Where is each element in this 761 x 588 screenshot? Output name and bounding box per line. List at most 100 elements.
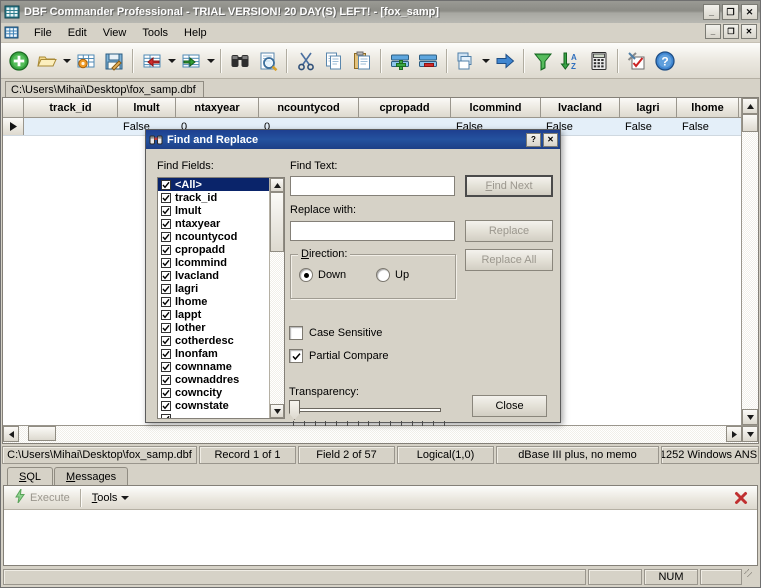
list-item[interactable]: cowncity: [158, 386, 269, 399]
list-item[interactable]: <All>: [158, 178, 269, 191]
list-item[interactable]: lother: [158, 321, 269, 334]
list-item[interactable]: cownstate: [158, 399, 269, 412]
checkbox-icon[interactable]: [161, 309, 171, 320]
hscroll-thumb[interactable]: [28, 426, 56, 441]
column-header-lcommind[interactable]: lcommind: [451, 98, 541, 117]
checkbox-icon[interactable]: [161, 322, 171, 333]
checkbox-icon[interactable]: [161, 400, 171, 411]
slider-thumb[interactable]: [289, 400, 300, 420]
new-file-button[interactable]: [5, 47, 33, 75]
checkbox-icon[interactable]: [161, 348, 171, 359]
checkbox-icon[interactable]: [161, 244, 171, 255]
sort-button[interactable]: A Z: [557, 47, 585, 75]
dialog-close-button[interactable]: ✕: [543, 132, 558, 147]
find-text-input[interactable]: [290, 176, 455, 196]
list-item[interactable]: lvacland: [158, 269, 269, 282]
checkbox-icon[interactable]: [161, 283, 171, 294]
column-header-ntaxyear[interactable]: ntaxyear: [176, 98, 259, 117]
transparency-slider[interactable]: [289, 399, 449, 429]
document-path-tab[interactable]: C:\Users\Mihai\Desktop\fox_samp.dbf: [5, 81, 204, 97]
direction-down-radio[interactable]: Down: [299, 268, 346, 282]
column-header-track_id[interactable]: track_id: [24, 98, 118, 117]
column-header-lhome[interactable]: lhome: [677, 98, 739, 117]
list-item[interactable]: track_id: [158, 191, 269, 204]
filter-button[interactable]: [529, 47, 557, 75]
window-maximize-button[interactable]: ❐: [722, 4, 739, 20]
list-item[interactable]: cownaddres: [158, 373, 269, 386]
dialog-help-button[interactable]: ?: [526, 132, 541, 147]
find-fields-listbox[interactable]: <All> track_id lmult ntaxyear ncountycod: [157, 177, 285, 419]
copy-records-dropdown-arrow[interactable]: [480, 47, 491, 75]
scroll-left-button[interactable]: [3, 426, 19, 442]
scroll-up-button[interactable]: [742, 98, 758, 114]
grid-vertical-scrollbar[interactable]: [741, 98, 758, 425]
menu-view[interactable]: View: [95, 25, 135, 41]
find-next-button[interactable]: Find Next: [465, 175, 553, 197]
scroll-thumb[interactable]: [742, 114, 758, 132]
list-item[interactable]: lhome: [158, 295, 269, 308]
options-button[interactable]: [623, 47, 651, 75]
import-dropdown-arrow[interactable]: [166, 47, 177, 75]
save-button[interactable]: [100, 47, 128, 75]
delete-record-button[interactable]: [414, 47, 442, 75]
list-item[interactable]: cpropadd: [158, 243, 269, 256]
scroll-right-button[interactable]: [726, 426, 742, 442]
menu-file[interactable]: File: [26, 25, 60, 41]
find-fields-scrollbar[interactable]: [269, 178, 284, 418]
replace-button[interactable]: Replace: [465, 220, 553, 242]
scroll-track[interactable]: [270, 252, 284, 404]
checkbox-icon[interactable]: [161, 374, 171, 385]
checkbox-icon[interactable]: [161, 257, 171, 268]
list-item[interactable]: [158, 412, 269, 418]
mdi-close-button[interactable]: ✕: [741, 24, 757, 39]
checkbox-icon[interactable]: [161, 270, 171, 281]
slider-track[interactable]: [295, 408, 441, 412]
column-header-ncountycod[interactable]: ncountycod: [259, 98, 359, 117]
help-button[interactable]: ?: [651, 47, 679, 75]
list-item[interactable]: lnonfam: [158, 347, 269, 360]
scroll-down-button[interactable]: [270, 404, 284, 418]
scroll-track[interactable]: [742, 132, 758, 409]
direction-up-radio[interactable]: Up: [376, 268, 409, 282]
list-item[interactable]: cownname: [158, 360, 269, 373]
replace-text-input[interactable]: [290, 221, 455, 241]
mdi-restore-button[interactable]: ❐: [723, 24, 739, 39]
list-item[interactable]: lagri: [158, 282, 269, 295]
goto-record-button[interactable]: [491, 47, 519, 75]
calculator-button[interactable]: [585, 47, 613, 75]
menu-edit[interactable]: Edit: [60, 25, 95, 41]
checkbox-icon[interactable]: [161, 179, 171, 190]
tab-messages[interactable]: Messages: [54, 467, 129, 485]
add-record-button[interactable]: [386, 47, 414, 75]
preview-button[interactable]: [254, 47, 282, 75]
scroll-down-button[interactable]: [742, 409, 758, 425]
column-header-lmult[interactable]: lmult: [118, 98, 176, 117]
scroll-down-corner-button[interactable]: [742, 426, 758, 442]
replace-all-button[interactable]: Replace All: [465, 249, 553, 271]
column-header-lagri[interactable]: lagri: [620, 98, 677, 117]
list-item[interactable]: cotherdesc: [158, 334, 269, 347]
sql-editor[interactable]: [4, 510, 757, 565]
find-replace-button[interactable]: [226, 47, 254, 75]
resize-grip-icon[interactable]: [744, 569, 758, 585]
checkbox-icon[interactable]: [161, 335, 171, 346]
open-file-button[interactable]: [33, 47, 61, 75]
close-button[interactable]: Close: [472, 395, 547, 417]
tab-sql[interactable]: SSQLQL: [7, 467, 54, 486]
sql-tools-button[interactable]: Tools: [85, 490, 137, 506]
window-minimize-button[interactable]: _: [703, 4, 720, 20]
copy-button[interactable]: [320, 47, 348, 75]
checkbox-icon[interactable]: [161, 387, 171, 398]
scroll-up-button[interactable]: [270, 178, 284, 192]
checkbox-icon[interactable]: [161, 361, 171, 372]
sql-execute-button[interactable]: Execute: [7, 487, 77, 508]
export-dropdown-arrow[interactable]: [205, 47, 216, 75]
column-header-cpropadd[interactable]: cpropadd: [359, 98, 451, 117]
mdi-minimize-button[interactable]: _: [705, 24, 721, 39]
list-item[interactable]: ntaxyear: [158, 217, 269, 230]
sql-close-button[interactable]: [734, 491, 754, 505]
cell-lhome[interactable]: False: [677, 118, 739, 135]
list-item[interactable]: lmult: [158, 204, 269, 217]
checkbox-icon[interactable]: [161, 231, 171, 242]
partial-compare-checkbox[interactable]: Partial Compare: [289, 349, 388, 363]
